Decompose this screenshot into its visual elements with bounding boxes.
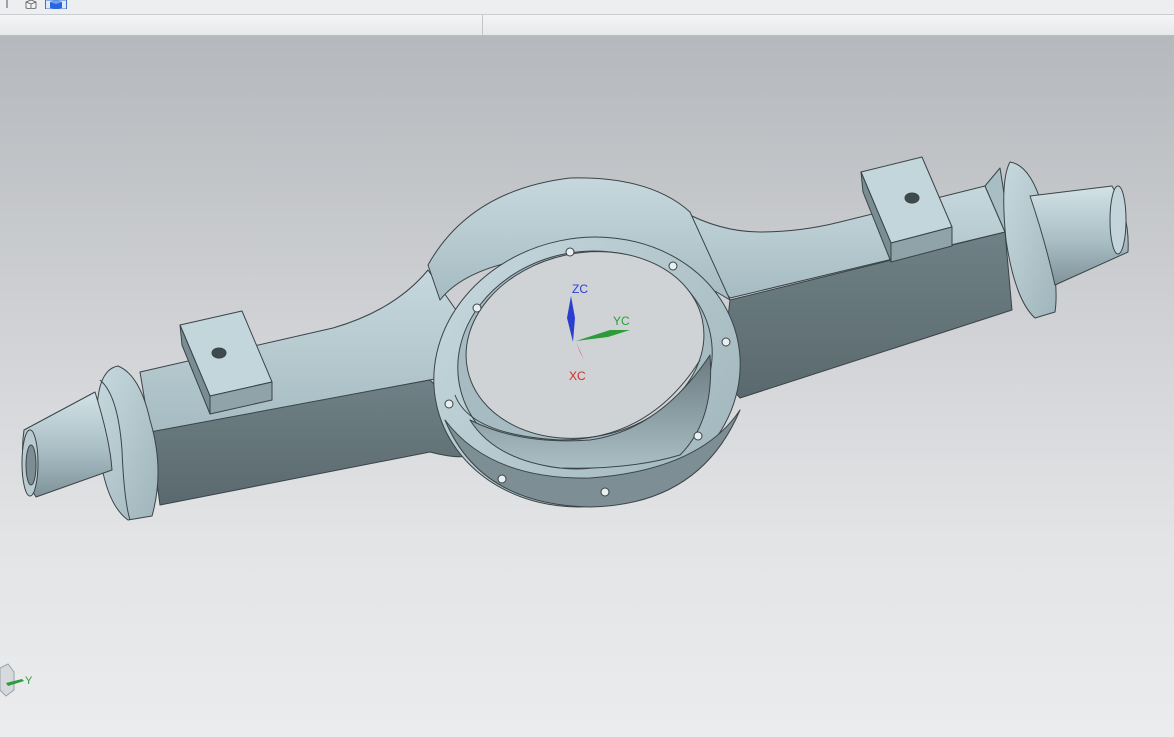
left-pad-hole (211, 347, 227, 359)
wireframe-cube-icon[interactable] (24, 0, 38, 9)
bolt-hole (693, 431, 703, 441)
bolt-hole (565, 247, 575, 257)
yc-label: YC (613, 314, 630, 328)
bolt-hole (472, 303, 482, 313)
xc-label: XC (569, 369, 586, 383)
view-triad[interactable]: Y (0, 663, 33, 697)
toolbar-separator (6, 0, 8, 8)
model-view[interactable]: ZC YC XC Y (0, 36, 1174, 737)
bolt-hole (668, 261, 678, 271)
left-cone-bore (25, 444, 37, 486)
status-divider (482, 15, 483, 35)
bolt-hole (721, 337, 731, 347)
cad-application: ZC YC XC Y (0, 0, 1174, 737)
shaded-cube-icon[interactable] (45, 0, 67, 9)
zc-label: ZC (572, 282, 588, 296)
view-triad-cube (0, 663, 15, 697)
bolt-hole (497, 474, 507, 484)
bolt-hole (444, 399, 454, 409)
right-pad-hole (904, 192, 920, 204)
graphics-window[interactable]: ZC YC XC Y (0, 36, 1174, 737)
bolt-hole (600, 487, 610, 497)
status-bar (0, 15, 1174, 36)
toolbar-strip (0, 0, 1174, 15)
left-spindle[interactable] (21, 365, 159, 521)
right-cone-end (1109, 185, 1127, 255)
view-triad-y-label: Y (25, 675, 33, 687)
